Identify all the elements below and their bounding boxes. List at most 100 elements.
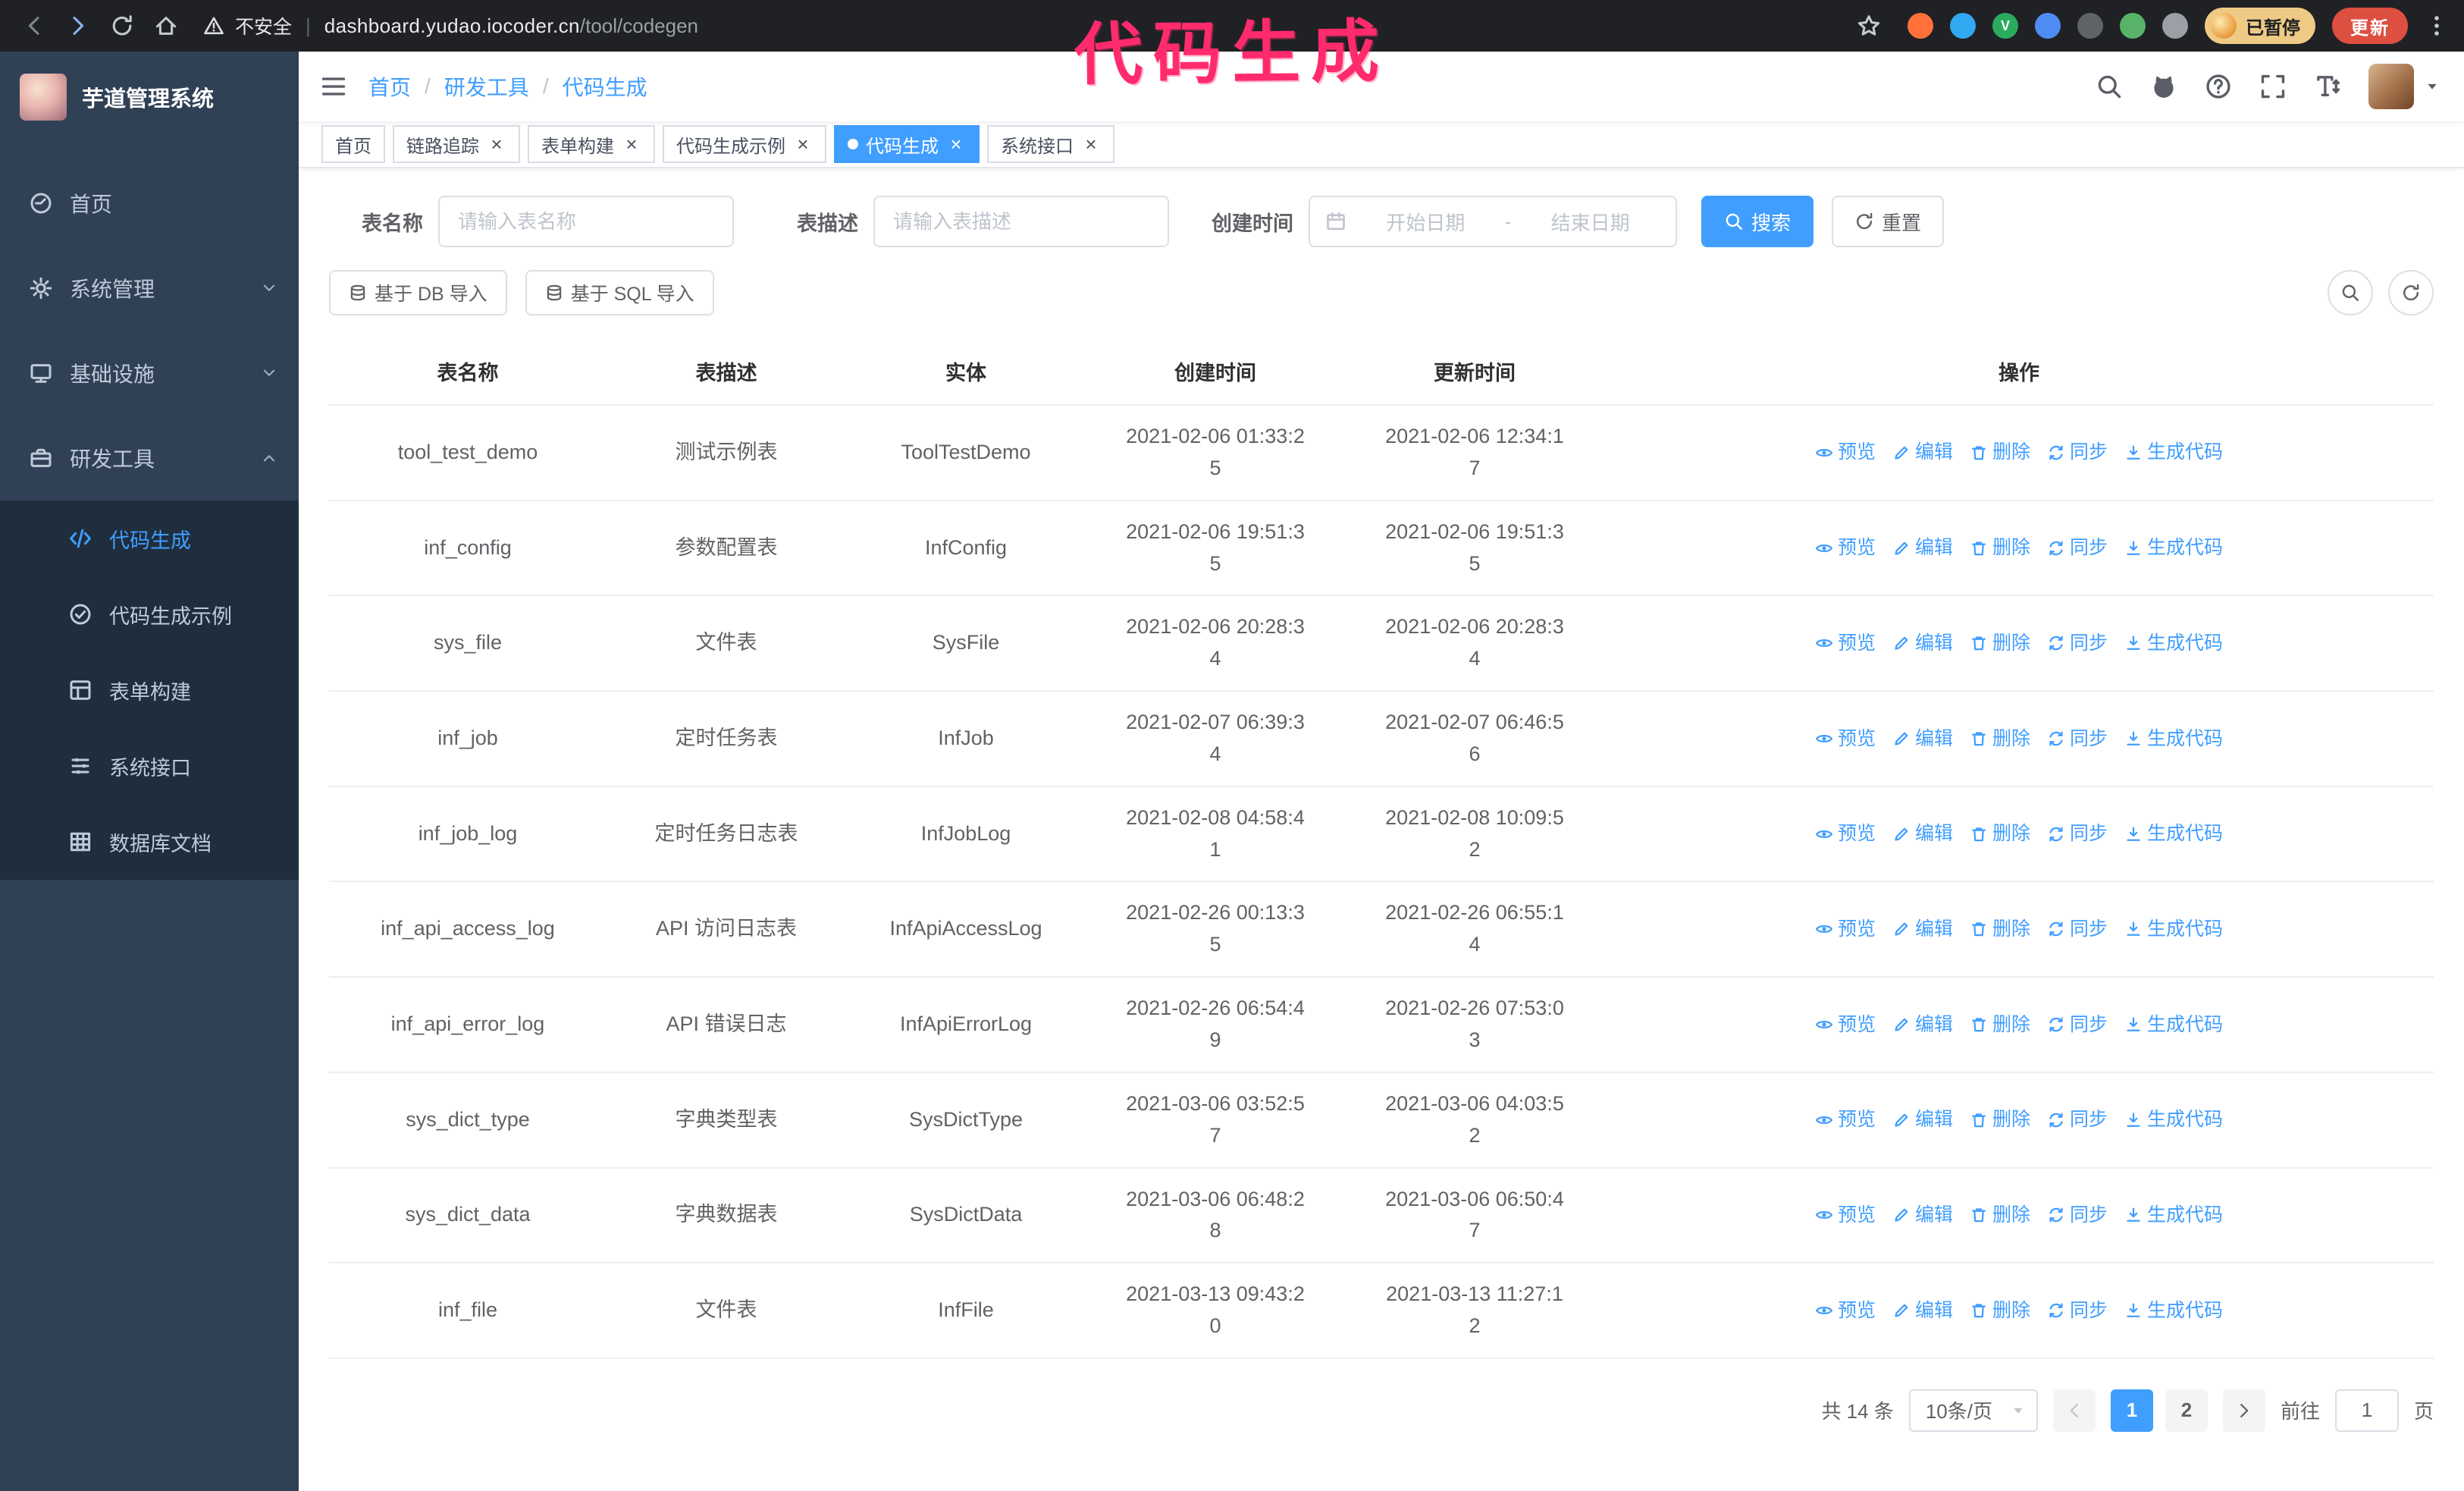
reload-icon[interactable] <box>100 4 144 48</box>
tab-codegen[interactable]: 代码生成 × <box>834 125 980 163</box>
row-action-preview[interactable]: 预览 <box>1815 629 1876 658</box>
bookmark-star-icon[interactable] <box>1847 4 1891 48</box>
extension-drop-icon[interactable] <box>1950 13 1976 39</box>
page-size-select[interactable]: 10条/页 <box>1908 1389 2038 1432</box>
row-action-delete[interactable]: 删除 <box>1970 1296 2030 1326</box>
row-action-edit[interactable]: 编辑 <box>1892 629 1953 658</box>
home-icon[interactable] <box>144 4 188 48</box>
reset-button[interactable]: 重置 <box>1832 196 1945 247</box>
tab-system-api[interactable]: 系统接口 × <box>987 125 1114 163</box>
row-action-edit[interactable]: 编辑 <box>1892 1010 1953 1040</box>
extension-fox-icon[interactable] <box>1908 13 1933 39</box>
tab-close-icon[interactable]: × <box>487 134 506 154</box>
row-action-sync[interactable]: 同步 <box>2047 1010 2108 1040</box>
row-action-generate[interactable]: 生成代码 <box>2124 915 2223 944</box>
row-action-sync[interactable]: 同步 <box>2047 438 2108 467</box>
tab-tracer[interactable]: 链路追踪 × <box>393 125 520 163</box>
browser-menu-icon[interactable] <box>2425 14 2449 38</box>
toggle-search-button[interactable] <box>2328 270 2373 315</box>
table-name-input[interactable] <box>438 196 734 247</box>
tab-codegen-example[interactable]: 代码生成示例 × <box>663 125 826 163</box>
back-icon[interactable] <box>12 4 56 48</box>
row-action-preview[interactable]: 预览 <box>1815 1201 1876 1230</box>
extension-box-icon[interactable] <box>2077 13 2103 39</box>
sidebar-logo[interactable]: 芋道管理系统 <box>0 52 299 143</box>
question-icon[interactable] <box>2205 73 2232 100</box>
row-action-preview[interactable]: 预览 <box>1815 915 1876 944</box>
table-desc-input[interactable] <box>873 196 1169 247</box>
row-action-delete[interactable]: 删除 <box>1970 1105 2030 1135</box>
row-action-delete[interactable]: 删除 <box>1970 724 2030 754</box>
extension-people-icon[interactable] <box>2035 13 2061 39</box>
hamburger-icon[interactable] <box>299 52 368 121</box>
row-action-generate[interactable]: 生成代码 <box>2124 1010 2223 1040</box>
row-action-edit[interactable]: 编辑 <box>1892 724 1953 754</box>
user-menu[interactable] <box>2368 64 2440 109</box>
row-action-preview[interactable]: 预览 <box>1815 1010 1876 1040</box>
row-action-sync[interactable]: 同步 <box>2047 533 2108 563</box>
row-action-sync[interactable]: 同步 <box>2047 1296 2108 1326</box>
row-action-preview[interactable]: 预览 <box>1815 1296 1876 1326</box>
row-action-edit[interactable]: 编辑 <box>1892 1296 1953 1326</box>
row-action-sync[interactable]: 同步 <box>2047 1105 2108 1135</box>
row-action-preview[interactable]: 预览 <box>1815 1105 1876 1135</box>
breadcrumb-item-1[interactable]: 首页 <box>368 71 411 102</box>
row-action-preview[interactable]: 预览 <box>1815 724 1876 754</box>
sidebar-item-home[interactable]: 首页 <box>0 161 299 246</box>
row-action-sync[interactable]: 同步 <box>2047 629 2108 658</box>
row-action-edit[interactable]: 编辑 <box>1892 438 1953 467</box>
tab-close-icon[interactable]: × <box>622 134 641 154</box>
extension-puzzle-icon[interactable] <box>2162 13 2188 39</box>
row-action-generate[interactable]: 生成代码 <box>2124 819 2223 849</box>
row-action-generate[interactable]: 生成代码 <box>2124 1105 2223 1135</box>
row-action-delete[interactable]: 删除 <box>1970 915 2030 944</box>
row-action-edit[interactable]: 编辑 <box>1892 819 1953 849</box>
row-action-preview[interactable]: 预览 <box>1815 438 1876 467</box>
sidebar-item-codegen-example[interactable]: 代码生成示例 <box>0 576 299 652</box>
import-db-button[interactable]: 基于 DB 导入 <box>329 270 507 315</box>
row-action-delete[interactable]: 删除 <box>1970 438 2030 467</box>
tab-close-icon[interactable]: × <box>946 134 966 154</box>
sidebar-item-devtools[interactable]: 研发工具 <box>0 416 299 501</box>
date-range-picker[interactable]: 开始日期 - 结束日期 <box>1309 196 1677 247</box>
tab-home[interactable]: 首页 <box>321 125 385 163</box>
sync-paused-badge[interactable]: 已暂停 <box>2205 8 2315 44</box>
row-action-generate[interactable]: 生成代码 <box>2124 533 2223 563</box>
row-action-edit[interactable]: 编辑 <box>1892 533 1953 563</box>
next-page-button[interactable] <box>2222 1389 2265 1432</box>
search-icon[interactable] <box>2096 73 2123 100</box>
prev-page-button[interactable] <box>2052 1389 2096 1432</box>
import-sql-button[interactable]: 基于 SQL 导入 <box>525 270 714 315</box>
sidebar-item-system[interactable]: 系统管理 <box>0 246 299 331</box>
sidebar-item-system-api[interactable]: 系统接口 <box>0 728 299 804</box>
address-bar[interactable]: 不安全 | dashboard.yudao.iocoder.cn/tool/co… <box>203 12 698 39</box>
goto-page-input[interactable] <box>2334 1389 2399 1432</box>
extension-leaf-icon[interactable] <box>2120 13 2146 39</box>
sidebar-item-codegen[interactable]: 代码生成 <box>0 501 299 576</box>
fullscreen-icon[interactable] <box>2259 73 2287 100</box>
row-action-sync[interactable]: 同步 <box>2047 724 2108 754</box>
forward-icon[interactable] <box>56 4 100 48</box>
row-action-edit[interactable]: 编辑 <box>1892 1105 1953 1135</box>
row-action-edit[interactable]: 编辑 <box>1892 1201 1953 1230</box>
row-action-sync[interactable]: 同步 <box>2047 819 2108 849</box>
row-action-delete[interactable]: 删除 <box>1970 819 2030 849</box>
row-action-delete[interactable]: 删除 <box>1970 533 2030 563</box>
page-button-2[interactable]: 2 <box>2165 1389 2208 1432</box>
breadcrumb-item-3[interactable]: 代码生成 <box>563 71 647 102</box>
page-button-1[interactable]: 1 <box>2110 1389 2153 1432</box>
extension-check-icon[interactable]: V <box>1992 13 2018 39</box>
row-action-generate[interactable]: 生成代码 <box>2124 1201 2223 1230</box>
row-action-preview[interactable]: 预览 <box>1815 819 1876 849</box>
github-icon[interactable] <box>2150 73 2177 100</box>
row-action-sync[interactable]: 同步 <box>2047 1201 2108 1230</box>
row-action-sync[interactable]: 同步 <box>2047 915 2108 944</box>
row-action-preview[interactable]: 预览 <box>1815 533 1876 563</box>
row-action-edit[interactable]: 编辑 <box>1892 915 1953 944</box>
tab-close-icon[interactable]: × <box>1081 134 1101 154</box>
sidebar-item-form-builder[interactable]: 表单构建 <box>0 652 299 728</box>
browser-update-button[interactable]: 更新 <box>2332 8 2408 44</box>
refresh-table-button[interactable] <box>2388 270 2434 315</box>
tab-close-icon[interactable]: × <box>793 134 813 154</box>
sidebar-item-db-doc[interactable]: 数据库文档 <box>0 804 299 880</box>
